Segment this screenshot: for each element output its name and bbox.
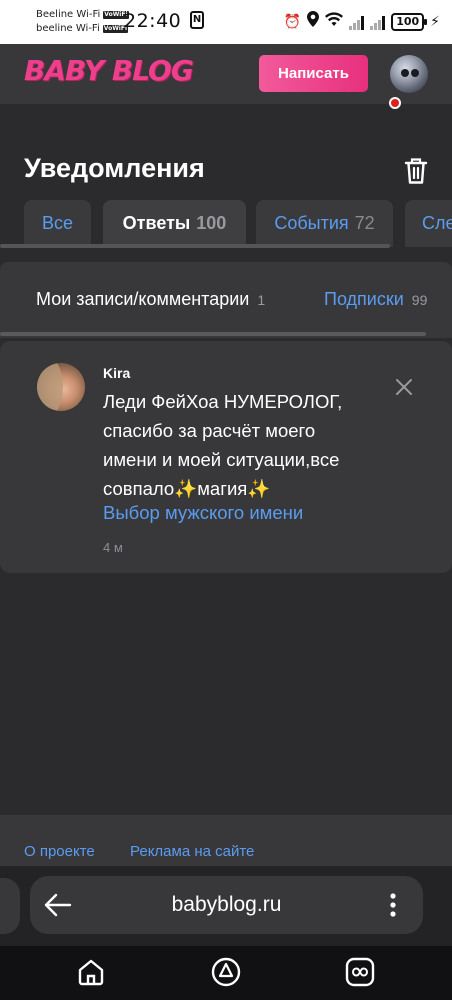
carrier-1: Beeline Wi-Fi (36, 9, 101, 20)
subtab-count: 99 (411, 292, 428, 308)
tab-all[interactable]: Все (24, 200, 91, 247)
tab-count: 100 (196, 213, 227, 233)
avatar-eye (401, 69, 409, 77)
signal-icon-2 (370, 14, 386, 30)
nfc-icon: N (190, 11, 204, 29)
avatar[interactable] (390, 55, 428, 93)
tab-events[interactable]: События 72 (256, 200, 393, 247)
browser-bar: babyblog.ru (0, 866, 452, 946)
browser-tab-edge[interactable] (0, 878, 20, 934)
system-nav-bar (0, 946, 452, 1000)
notification-text: Леди ФейХоа НУМЕРОЛОГ, спасибо за расчёт… (103, 391, 343, 499)
subtab-label: Подписки (324, 289, 404, 309)
notification-time: 4 м (103, 540, 123, 555)
alarm-icon: ⏰ (283, 13, 302, 30)
footer-link-ads[interactable]: Реклама на сайте (130, 843, 254, 860)
subtab-subscriptions[interactable]: Подписки 99 (324, 289, 427, 310)
url-text[interactable]: babyblog.ru (30, 893, 423, 917)
user-avatar[interactable] (37, 363, 85, 411)
signal-icon (349, 14, 365, 30)
tabs-switcher-icon[interactable] (344, 956, 376, 988)
assistant-icon[interactable] (210, 956, 242, 988)
page-title: Уведомления (24, 153, 205, 183)
subtab-label: Мои записи/комментарии (36, 289, 250, 309)
status-icons: ⏰ 100 ⚡ (284, 11, 440, 32)
tabs-scrollbar[interactable] (0, 244, 390, 248)
home-icon[interactable] (75, 956, 107, 988)
notification-dot (389, 97, 401, 109)
tab-label: Сле (422, 213, 452, 233)
babyblog-logo[interactable]: BABY BLOG (24, 54, 194, 87)
battery-icon: 100 (391, 12, 428, 31)
tab-following[interactable]: Сле (405, 200, 452, 247)
notification-user[interactable]: Kira (103, 365, 130, 381)
tab-label: Ответы (122, 213, 191, 233)
subtab-count: 1 (257, 292, 266, 308)
subtabs-scrollbar[interactable] (0, 332, 426, 336)
close-icon[interactable] (394, 377, 414, 397)
trash-icon[interactable] (403, 157, 429, 185)
notification-card[interactable]: Kira Леди ФейХоа НУМЕРОЛОГ, спасибо за р… (0, 341, 452, 573)
tab-label: События (274, 213, 349, 233)
more-menu-icon[interactable] (388, 892, 398, 918)
footer-link-about[interactable]: О проекте (24, 843, 95, 860)
subtab-panel: Мои записи/комментарии 1 Подписки 99 (0, 262, 452, 338)
tab-label: Все (41, 213, 74, 233)
clock: 22:40 (124, 10, 182, 32)
carrier-2: beeline Wi-Fi (36, 23, 100, 34)
tab-count: 72 (354, 213, 375, 233)
app-header: BABY BLOG Написать (0, 44, 452, 109)
notification-link[interactable]: Выбор мужского имени (103, 502, 303, 524)
tab-answers[interactable]: Ответы 100 (103, 200, 246, 247)
wifi-icon (325, 12, 344, 31)
url-bar[interactable]: babyblog.ru (30, 876, 423, 934)
write-button[interactable]: Написать (259, 55, 368, 92)
carrier-info: Beeline Wi-Fi VoWiFi beeline Wi-Fi VoWiF… (36, 8, 129, 36)
location-icon (307, 11, 320, 32)
avatar-eye (411, 69, 419, 77)
subtab-my-posts[interactable]: Мои записи/комментарии 1 (36, 289, 265, 310)
charging-icon: ⚡ (430, 13, 440, 30)
status-bar: Beeline Wi-Fi VoWiFi beeline Wi-Fi VoWiF… (0, 0, 452, 44)
tab-bar: Все Ответы 100 События 72 Сле (24, 200, 452, 248)
